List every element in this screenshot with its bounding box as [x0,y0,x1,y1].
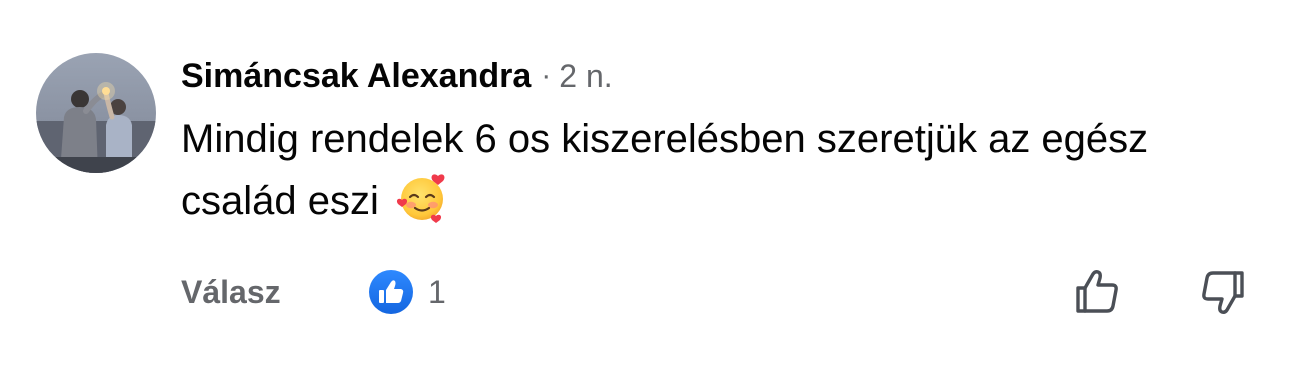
reaction-summary[interactable]: 1 [368,266,446,318]
comment-body: Mindig rendelek 6 os kiszerelésben szere… [181,108,1221,232]
like-icon [369,270,413,314]
reaction-count: 1 [428,273,446,310]
thumbs-up-outline-icon [1076,270,1118,313]
avatar[interactable] [36,53,156,173]
separator-dot: · [541,59,552,92]
smiling-face-with-hearts-icon [396,174,445,223]
downvote-button[interactable] [1196,266,1248,318]
timestamp[interactable]: 2 n. [559,58,612,95]
avatar-photo [36,53,156,173]
reply-button[interactable]: Válasz [181,274,281,311]
upvote-button[interactable] [1072,266,1124,318]
comment-header: Simáncsak Alexandra · 2 n. [181,52,613,100]
author-name[interactable]: Simáncsak Alexandra [181,57,531,96]
comment-text: Mindig rendelek 6 os kiszerelésben szere… [181,117,1149,223]
thumbs-down-outline-icon [1202,271,1244,314]
comment-actions: Válasz 1 [181,266,446,318]
